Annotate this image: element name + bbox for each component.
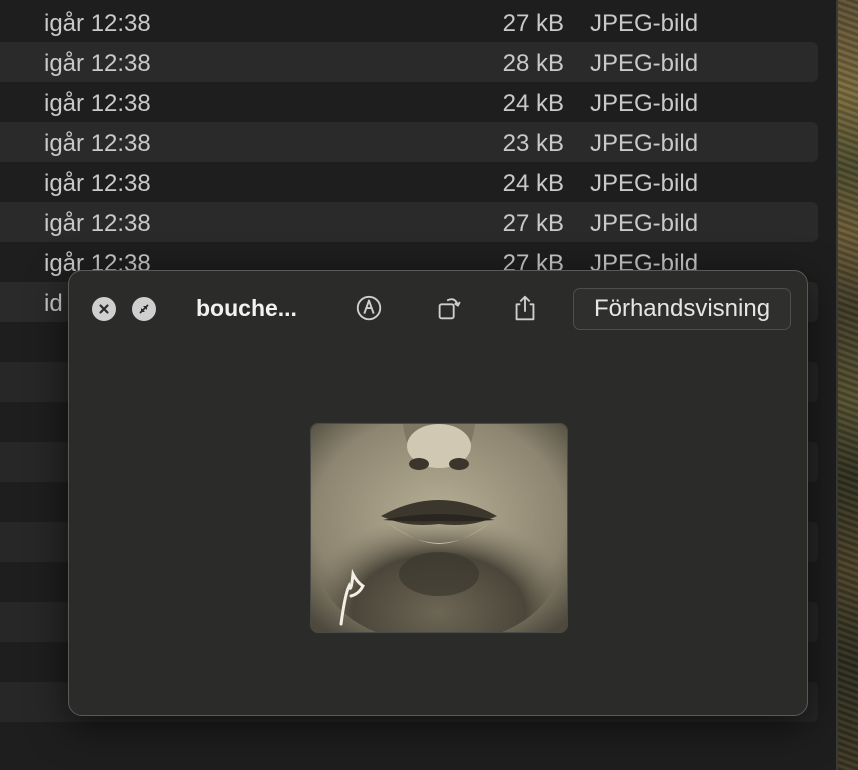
share-icon [515, 295, 535, 321]
kind-cell: JPEG-bild [590, 90, 699, 117]
date-cell: igår 12:38 [44, 170, 151, 197]
table-row[interactable]: igår 12:38 28 kB JPEG-bild [0, 42, 818, 82]
size-cell: 24 kB [502, 90, 564, 117]
quicklook-toolbar: bouche... Förhandsvisning [69, 271, 807, 345]
markup-button[interactable] [353, 291, 385, 325]
quicklook-window: bouche... Förhandsvisning [68, 270, 808, 716]
kind-cell: JPEG-bild [590, 170, 699, 197]
kind-cell: JPEG-bild [590, 10, 699, 37]
share-button[interactable] [509, 291, 541, 325]
size-cell: 24 kB [502, 170, 564, 197]
size-cell: 27 kB [502, 10, 564, 37]
file-title: bouche... [196, 295, 297, 321]
kind-cell: JPEG-bild [590, 210, 699, 237]
markup-icon [356, 295, 382, 321]
rotate-icon [438, 298, 461, 320]
date-cell: igår 12:38 [44, 90, 151, 117]
size-cell: 28 kB [502, 50, 564, 77]
date-cell: igår 12:38 [44, 10, 151, 37]
kind-cell: JPEG-bild [590, 130, 699, 157]
open-with-preview-button[interactable]: Förhandsvisning [573, 288, 791, 330]
kind-cell: JPEG-bild [590, 50, 699, 77]
table-row[interactable]: igår 12:38 24 kB JPEG-bild [0, 162, 818, 202]
image-preview [310, 423, 568, 633]
photo-thumbnail [311, 424, 567, 632]
date-cell: igår 12:38 [44, 130, 151, 157]
table-row[interactable]: igår 12:38 24 kB JPEG-bild [0, 82, 818, 122]
background-image [838, 0, 858, 770]
fullscreen-icon [139, 304, 149, 314]
table-row[interactable]: igår 12:38 23 kB JPEG-bild [0, 122, 818, 162]
date-cell: id [44, 290, 63, 317]
fullscreen-button[interactable] [132, 297, 156, 321]
rotate-button[interactable] [433, 291, 465, 325]
date-cell: igår 12:38 [44, 50, 151, 77]
date-cell: igår 12:38 [44, 210, 151, 237]
close-button[interactable] [92, 297, 116, 321]
table-row[interactable]: igår 12:38 27 kB JPEG-bild [0, 2, 818, 42]
size-cell: 23 kB [502, 130, 564, 157]
close-icon [99, 304, 109, 314]
table-row[interactable]: igår 12:38 27 kB JPEG-bild [0, 202, 818, 242]
size-cell: 27 kB [502, 210, 564, 237]
